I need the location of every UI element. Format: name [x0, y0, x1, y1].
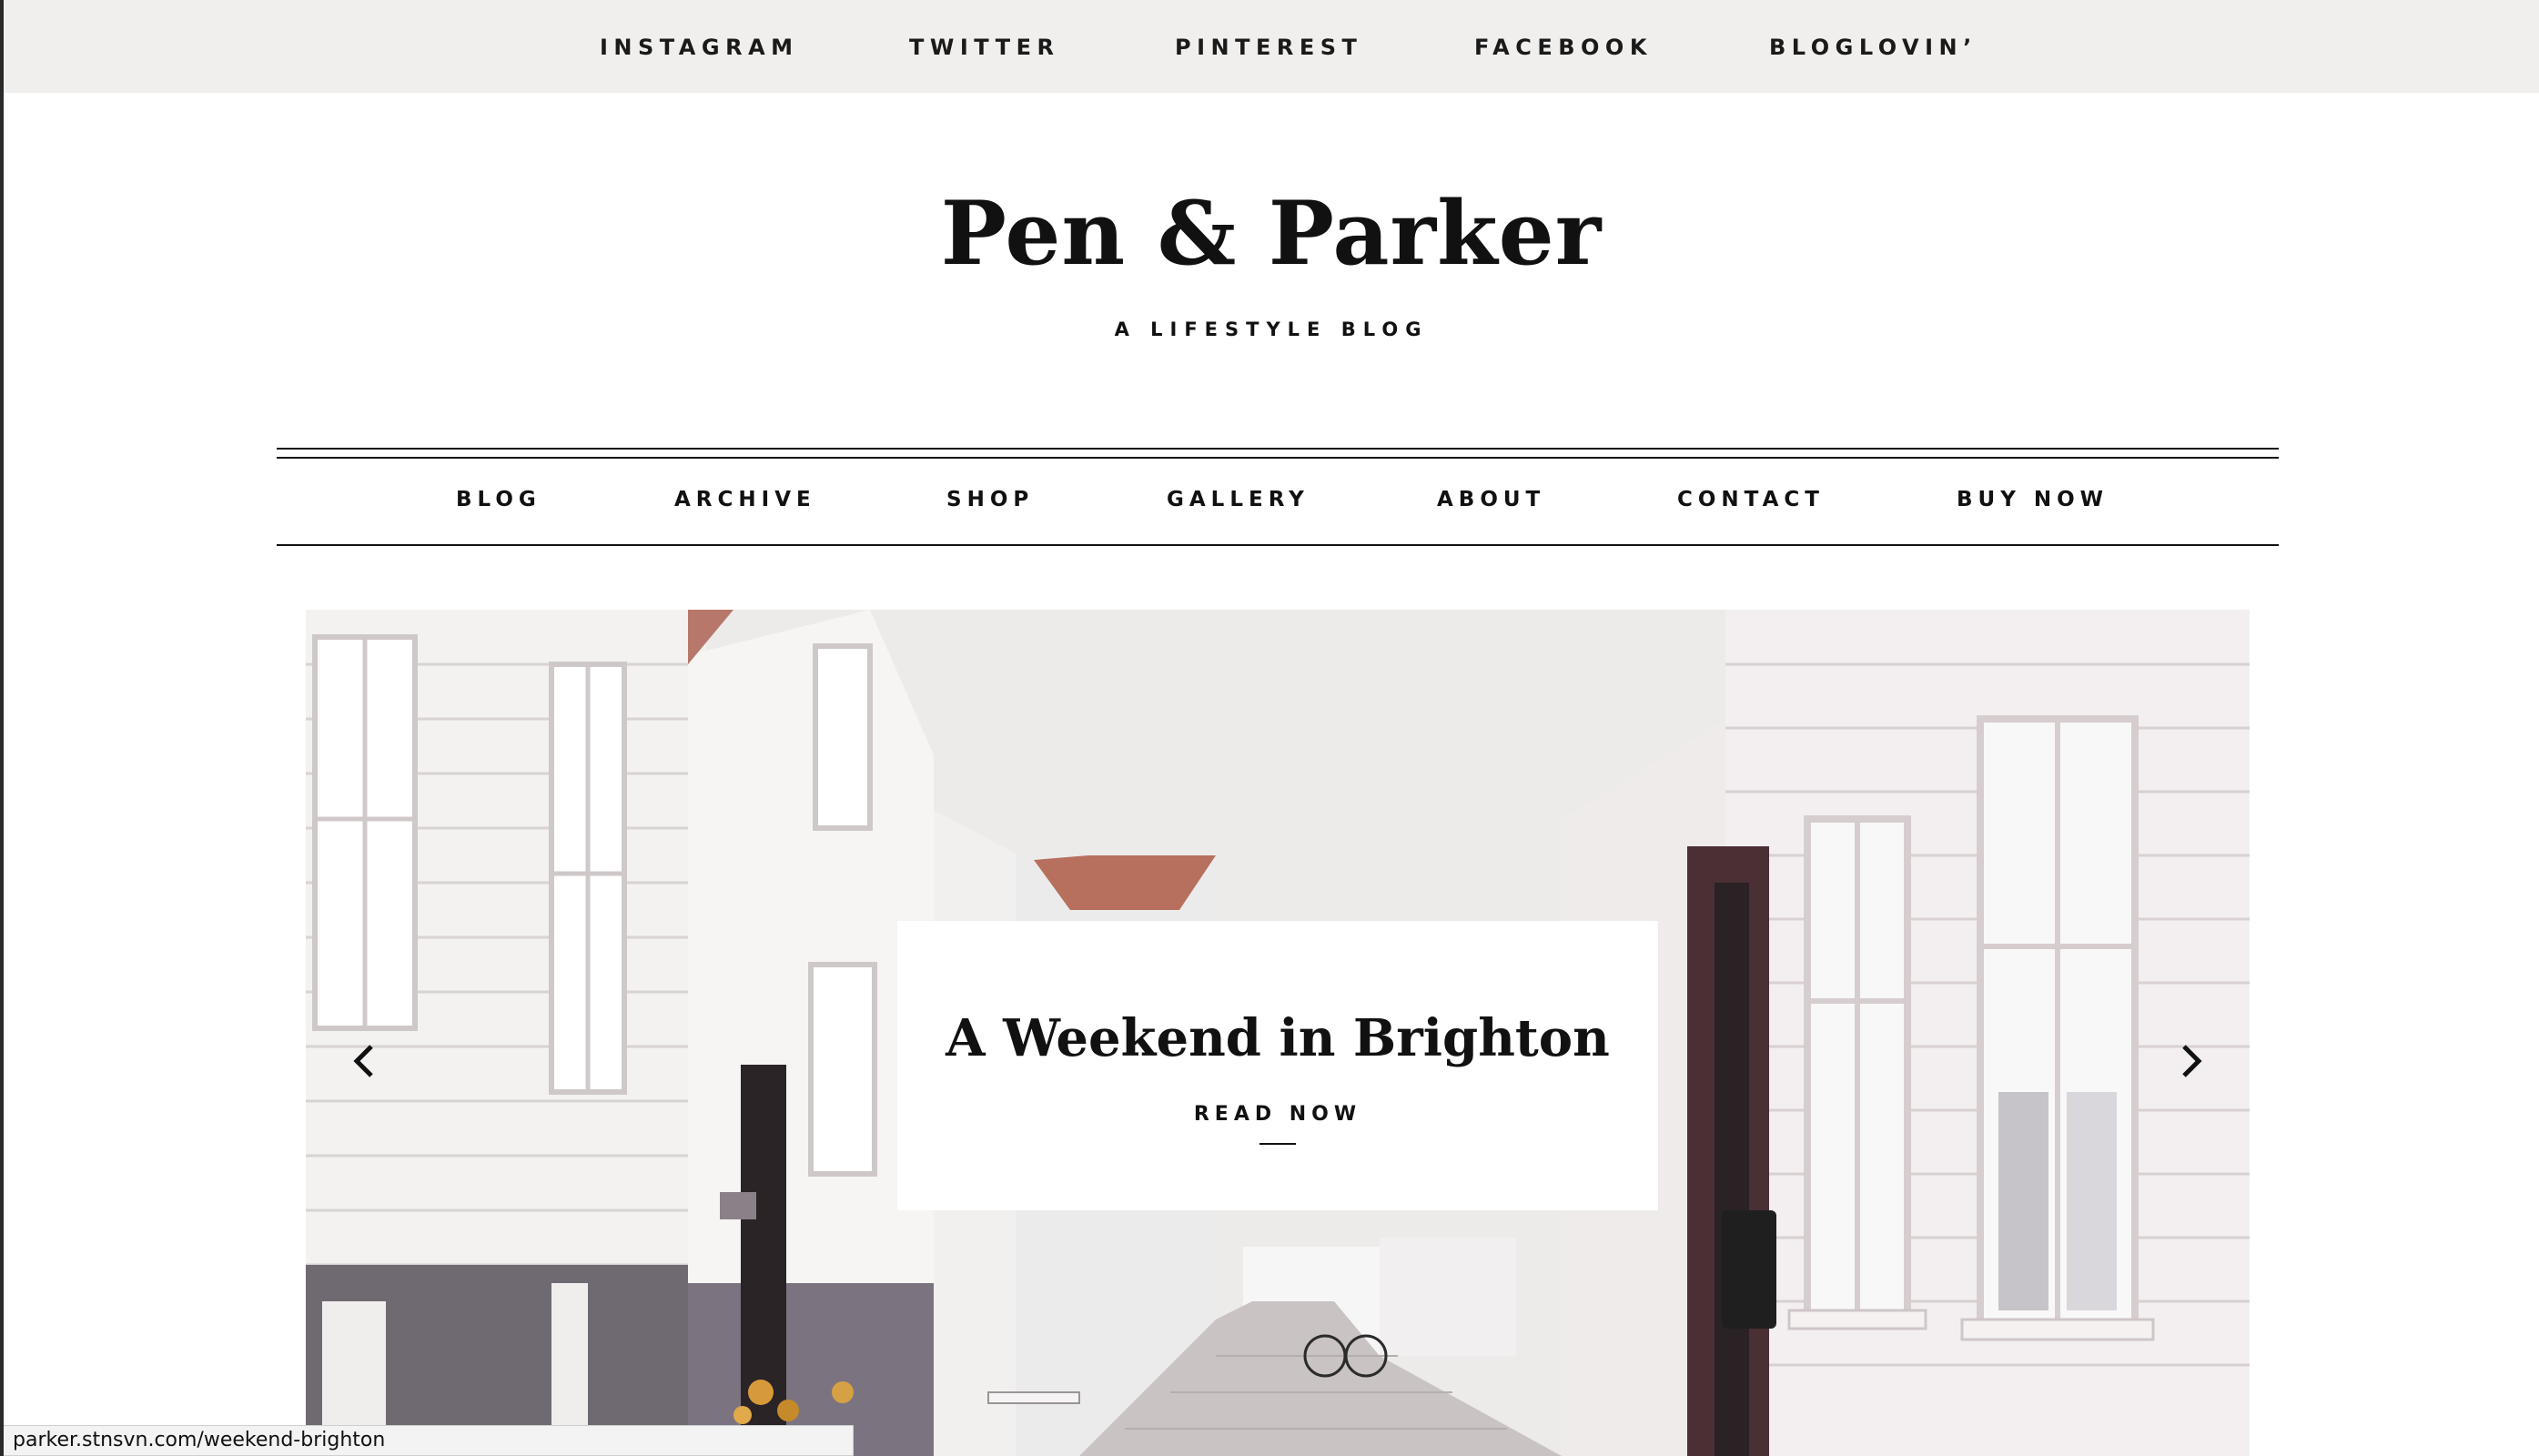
nav-item-buy-now[interactable]: BUY NOW [1957, 477, 2109, 522]
nav-item-contact[interactable]: CONTACT [1677, 477, 1825, 522]
social-link-bloglovin[interactable]: BLOGLOVIN’ [1769, 0, 1978, 93]
nav-item-shop[interactable]: SHOP [946, 477, 1034, 522]
social-link-twitter[interactable]: TWITTER [909, 0, 1059, 93]
hero-caption-card: A Weekend in Brighton READ NOW [897, 921, 1658, 1210]
nav-top-rule-inner [277, 457, 2279, 459]
social-bar: INSTAGRAM TWITTER PINTEREST FACEBOOK BLO… [4, 0, 2539, 93]
status-bar-url: parker.stnsvn.com/weekend-brighton [4, 1425, 854, 1456]
social-link-pinterest[interactable]: PINTEREST [1175, 0, 1362, 93]
page: INSTAGRAM TWITTER PINTEREST FACEBOOK BLO… [0, 0, 2539, 1456]
slider-prev-button[interactable] [337, 1034, 391, 1088]
read-now-underline [1259, 1143, 1296, 1145]
social-link-facebook[interactable]: FACEBOOK [1474, 0, 1653, 93]
hero-post-title[interactable]: A Weekend in Brighton [897, 1008, 1658, 1068]
nav-item-archive[interactable]: ARCHIVE [674, 477, 816, 522]
nav-item-gallery[interactable]: GALLERY [1167, 477, 1310, 522]
nav-top-rule [277, 448, 2279, 450]
site-tagline: A LIFESTYLE BLOG [1114, 318, 1429, 340]
nav-bottom-rule [277, 544, 2279, 546]
slider-next-button[interactable] [2164, 1034, 2219, 1088]
chevron-left-icon [353, 1045, 373, 1077]
nav-item-about[interactable]: ABOUT [1437, 477, 1545, 522]
read-now-link[interactable]: READ NOW [897, 1103, 1658, 1126]
chevron-right-icon [2182, 1045, 2202, 1077]
site-title[interactable]: Pen & Parker [4, 182, 2539, 285]
nav-item-blog[interactable]: BLOG [456, 477, 541, 522]
social-link-instagram[interactable]: INSTAGRAM [600, 0, 799, 93]
